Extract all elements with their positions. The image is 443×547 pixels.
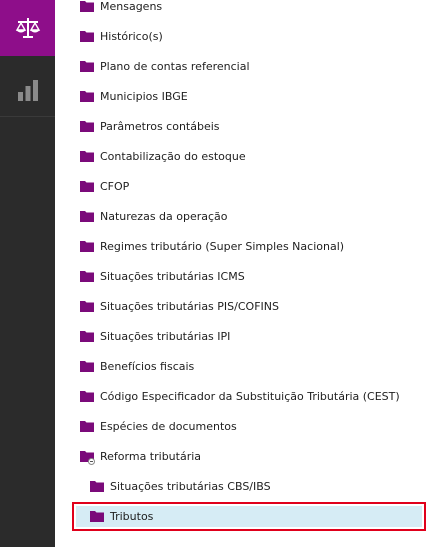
- folder-icon: [90, 511, 104, 522]
- folder-icon: [80, 1, 94, 12]
- folder-icon: [80, 151, 94, 162]
- tree-item-plano-de-contas-referencial[interactable]: Plano de contas referencial: [80, 55, 250, 77]
- folder-icon: [80, 61, 94, 72]
- tree-item-naturezas-da-operacao[interactable]: Naturezas da operação: [80, 205, 228, 227]
- folder-icon: [80, 391, 94, 402]
- tree-item-label: Regimes tributário (Super Simples Nacion…: [100, 239, 345, 253]
- folder-icon: [80, 211, 94, 222]
- tree-item-label: Plano de contas referencial: [100, 59, 250, 73]
- tree-item-label: Mensagens: [100, 0, 163, 13]
- tree-item-label: Situações tributárias CBS/IBS: [110, 479, 271, 493]
- tree-item-label: Contabilização do estoque: [100, 149, 246, 163]
- tree-item-label: Código Especificador da Substituição Tri…: [100, 389, 400, 403]
- folder-icon: [80, 181, 94, 192]
- tree-item-situacoes-tributarias-pis-cofins[interactable]: Situações tributárias PIS/COFINS: [80, 295, 279, 317]
- tree-item-label: Histórico(s): [100, 29, 163, 43]
- tree-item-cest[interactable]: Código Especificador da Substituição Tri…: [80, 385, 400, 407]
- tree-item-cfop[interactable]: CFOP: [80, 175, 129, 197]
- folder-icon: [80, 271, 94, 282]
- collapse-toggle-icon[interactable]: [88, 458, 95, 465]
- tree-item-municipios-ibge[interactable]: Municipios IBGE: [80, 85, 188, 107]
- tree-view: Mensagens Histórico(s) Plano de contas ref…: [55, 0, 443, 547]
- folder-icon: [80, 31, 94, 42]
- tree-item-label: Parâmetros contábeis: [100, 119, 220, 133]
- tree-item-label: Municipios IBGE: [100, 89, 188, 103]
- bar-chart-icon: [17, 80, 38, 101]
- folder-icon: [80, 91, 94, 102]
- tree-item-label: Situações tributárias ICMS: [100, 269, 245, 283]
- tree-item-especies-de-documentos[interactable]: Espécies de documentos: [80, 415, 237, 437]
- folder-icon: [90, 481, 104, 492]
- folder-icon: [80, 241, 94, 252]
- folder-icon: [80, 331, 94, 342]
- tree-item-label: Situações tributárias PIS/COFINS: [100, 299, 279, 313]
- sidebar: [0, 0, 55, 547]
- tree-item-mensagens[interactable]: Mensagens: [80, 0, 162, 17]
- tree-item-label: Naturezas da operação: [100, 209, 228, 223]
- tree-item-regimes-tributario[interactable]: Regimes tributário (Super Simples Nacion…: [80, 235, 344, 257]
- folder-icon: [80, 421, 94, 432]
- folder-icon: [80, 301, 94, 312]
- sidebar-item-reports[interactable]: [0, 64, 55, 116]
- tree-item-parametros-contabeis[interactable]: Parâmetros contábeis: [80, 115, 220, 137]
- tree-item-situacoes-tributarias-ipi[interactable]: Situações tributárias IPI: [80, 325, 230, 347]
- tree-item-reforma-tributaria[interactable]: Reforma tributária: [80, 445, 201, 467]
- tree-item-situacoes-tributarias-icms[interactable]: Situações tributárias ICMS: [80, 265, 245, 287]
- sidebar-item-fiscal[interactable]: [0, 0, 55, 56]
- tree-item-situacoes-tributarias-cbs-ibs[interactable]: Situações tributárias CBS/IBS: [90, 475, 271, 497]
- folder-icon: [80, 361, 94, 372]
- tree-item-contabilizacao-do-estoque[interactable]: Contabilização do estoque: [80, 145, 246, 167]
- tree-item-label: Espécies de documentos: [100, 419, 237, 433]
- tree-item-label: Reforma tributária: [100, 449, 202, 463]
- tree-item-label: CFOP: [100, 179, 130, 193]
- tree-item-label: Situações tributárias IPI: [100, 329, 231, 343]
- tree-item-label: Benefícios fiscais: [100, 359, 195, 373]
- balance-scale-icon: [15, 18, 40, 38]
- folder-icon: [80, 121, 94, 132]
- tree-item-label: Tributos: [110, 509, 154, 523]
- app-window: Mensagens Histórico(s) Plano de contas ref…: [0, 0, 443, 547]
- sidebar-divider: [0, 116, 55, 117]
- tree-item-historicos[interactable]: Histórico(s): [80, 25, 163, 47]
- tree-item-tributos[interactable]: Tributos: [90, 505, 153, 527]
- tree-item-beneficios-fiscais[interactable]: Benefícios fiscais: [80, 355, 194, 377]
